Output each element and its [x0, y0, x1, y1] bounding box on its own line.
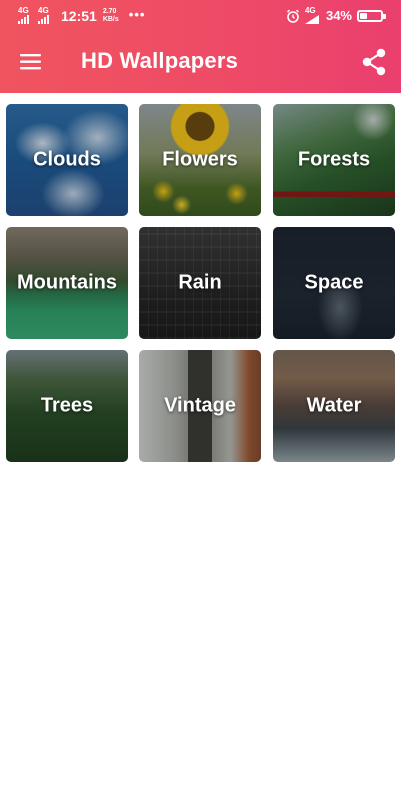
network-speed-value: 2.70 [102, 8, 117, 15]
category-label: Trees [40, 394, 94, 417]
category-tile-trees[interactable]: Trees [6, 350, 128, 462]
alarm-icon [286, 9, 299, 23]
battery-icon [357, 9, 386, 22]
category-label: Rain [178, 271, 222, 294]
more-notifications-icon: ••• [128, 6, 146, 22]
network-speed: 2.70 KB/s [103, 8, 119, 24]
page-title: HD Wallpapers [81, 48, 239, 73]
network-type-2: 4G [38, 6, 49, 15]
clock: 12:51 [61, 8, 97, 24]
app-header: 4G 4G 12:51 2.70 KB/s ••• 4G 34% HD Wall… [0, 0, 401, 93]
category-tile-clouds[interactable]: Clouds [6, 104, 128, 216]
category-label: Forests [297, 148, 371, 171]
category-tile-water[interactable]: Water [273, 350, 395, 462]
share-icon[interactable] [361, 48, 387, 76]
signal-icon: 4G [38, 7, 54, 25]
network-type-3: 4G [304, 6, 316, 15]
network-type-1: 4G [18, 6, 29, 15]
mobile-data-icon: 4G [304, 6, 321, 24]
category-tile-mountains[interactable]: Mountains [6, 227, 128, 339]
category-tile-vintage[interactable]: Vintage [139, 350, 261, 462]
category-label: Mountains [17, 271, 117, 294]
category-tile-rain[interactable]: Rain [139, 227, 261, 339]
category-tile-forests[interactable]: Forests [273, 104, 395, 216]
toolbar: HD Wallpapers [0, 32, 401, 93]
category-label: Clouds [33, 148, 101, 171]
category-label: Space [304, 271, 364, 294]
category-tile-flowers[interactable]: Flowers [139, 104, 261, 216]
signal-icon: 4G [18, 7, 34, 25]
status-bar: 4G 4G 12:51 2.70 KB/s ••• 4G 34% [0, 0, 401, 32]
network-speed-unit: KB/s [102, 16, 119, 23]
battery-percent: 34% [325, 8, 352, 23]
category-label: Water [306, 394, 362, 417]
category-label: Vintage [164, 394, 236, 417]
hamburger-menu-icon[interactable] [18, 49, 44, 75]
category-label: Flowers [162, 148, 238, 171]
category-tile-space[interactable]: Space [273, 227, 395, 339]
